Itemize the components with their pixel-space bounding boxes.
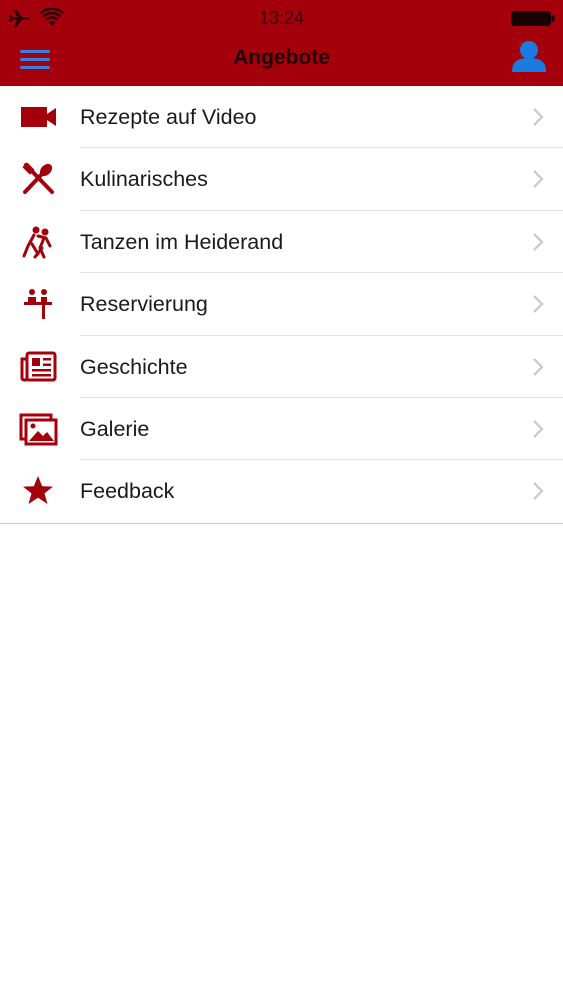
fork-spoon-icon (22, 163, 54, 195)
list-item-rezepte-auf-video[interactable]: Rezepte auf Video (0, 86, 563, 149)
list-item-label: Kulinarisches (80, 167, 208, 192)
navigation-bar: Angebote (0, 38, 563, 86)
user-profile-icon[interactable] (509, 38, 549, 78)
list-item-feedback[interactable]: Feedback (0, 460, 563, 522)
page-title: Angebote (233, 46, 330, 69)
chevron-right-icon (533, 295, 544, 313)
chevron-right-icon (533, 108, 544, 126)
status-bar: 13:24 (0, 0, 563, 38)
chevron-right-icon (533, 357, 544, 376)
battery-icon (511, 11, 555, 26)
menu-list: Rezepte auf Video Kulinarisches Tanzen i… (0, 86, 563, 524)
list-item-label: Rezepte auf Video (80, 105, 257, 129)
top-bar: 13:24 Angebote (0, 0, 563, 86)
newspaper-icon (20, 351, 57, 382)
list-item-kulinarisches[interactable]: Kulinarisches (0, 148, 563, 211)
chevron-right-icon (533, 233, 544, 251)
list-item-label: Reservierung (80, 292, 208, 317)
dancing-couple-icon (22, 226, 52, 259)
chevron-right-icon (533, 420, 544, 438)
chevron-right-icon (533, 170, 544, 189)
video-camera-icon (21, 107, 56, 127)
list-item-label: Geschichte (80, 354, 188, 379)
list-item-tanzen-im-heiderand[interactable]: Tanzen im Heiderand (0, 211, 563, 274)
list-item-label: Feedback (80, 479, 175, 504)
star-icon (23, 476, 53, 505)
list-item-galerie[interactable]: Galerie (0, 398, 563, 461)
list-item-label: Tanzen im Heiderand (80, 229, 284, 254)
chevron-right-icon (533, 482, 544, 501)
status-time: 13:24 (258, 8, 305, 28)
gallery-icon (19, 413, 58, 446)
list-item-geschichte[interactable]: Geschichte (0, 336, 563, 398)
reservation-table-icon (24, 289, 52, 320)
list-item-reservierung[interactable]: Reservierung (0, 273, 563, 336)
list-item-label: Galerie (80, 416, 150, 441)
